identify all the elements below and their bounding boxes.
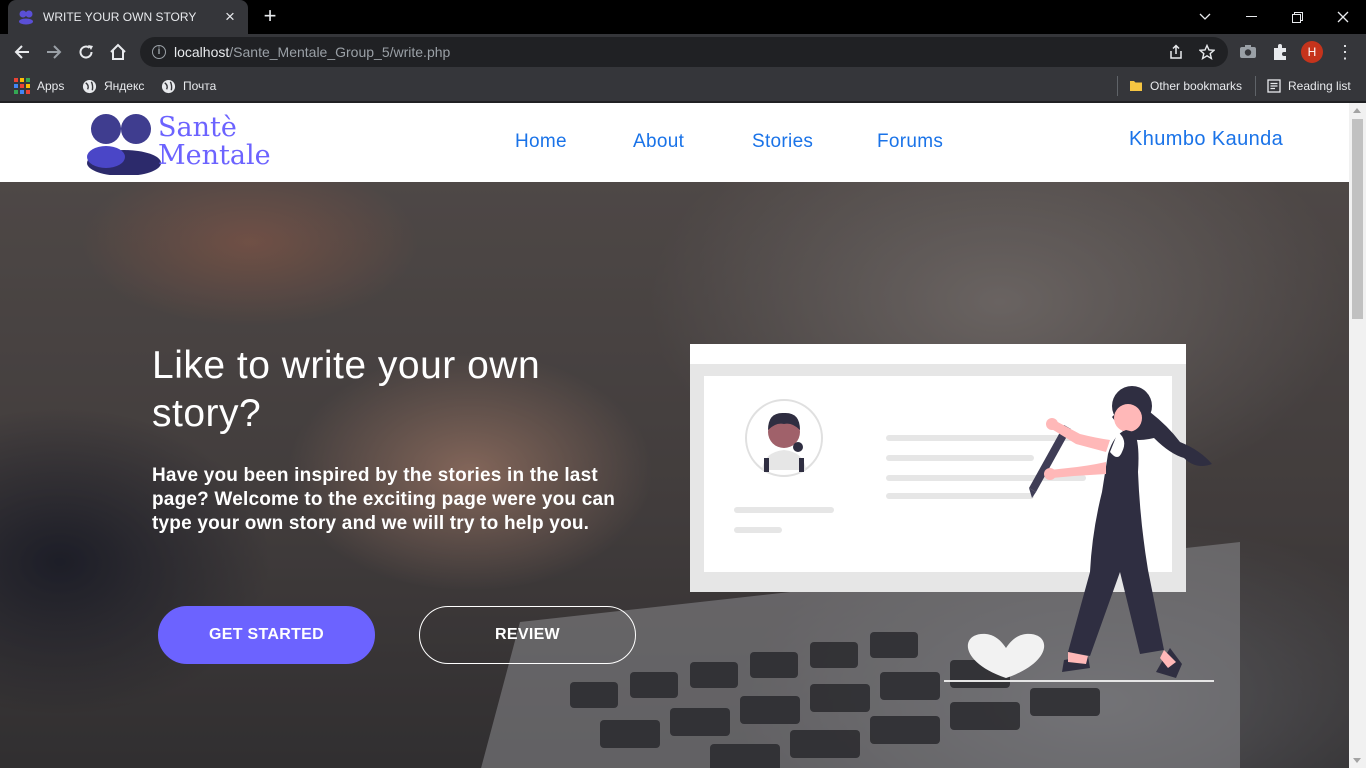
bookmark-star-icon[interactable] [1199, 44, 1215, 60]
bookmark-yandex-label: Яндекс [104, 79, 145, 93]
bookmark-other-label: Other bookmarks [1150, 79, 1243, 93]
forward-icon[interactable] [42, 40, 66, 64]
browser-tab[interactable]: WRITE YOUR OWN STORY × [8, 0, 248, 34]
hero-section: Like to write your own story? Have you b… [0, 182, 1349, 768]
hero-title: Like to write your own story? [152, 344, 541, 435]
site-header: Santè Mentale Home About Stories Forums … [0, 103, 1349, 182]
reading-list-icon [1267, 79, 1281, 93]
tab-strip: WRITE YOUR OWN STORY × + [0, 0, 1366, 34]
share-icon[interactable] [1168, 44, 1184, 60]
logo-line2: Mentale [158, 140, 271, 171]
menu-kebab-icon[interactable]: ⋮ [1336, 42, 1354, 62]
nav-forums[interactable]: Forums [877, 131, 943, 153]
reading-list[interactable]: Reading list [1267, 76, 1351, 96]
globe-icon [82, 79, 97, 93]
url-host: localhost [174, 44, 230, 60]
site-logo[interactable]: Santè Mentale [86, 111, 286, 177]
get-started-button[interactable]: GET STARTED [158, 606, 375, 664]
home-icon[interactable] [106, 40, 130, 64]
logo-line1: Santè [158, 112, 237, 143]
review-button[interactable]: REVIEW [419, 606, 636, 664]
globe-icon [161, 79, 176, 93]
minimize-button[interactable] [1228, 0, 1274, 34]
address-bar[interactable]: i localhost/Sante_Mentale_Group_5/write.… [140, 37, 1228, 67]
bookmark-yandex[interactable]: Яндекс [82, 76, 144, 96]
bookmark-pochta-label: Почта [183, 79, 217, 93]
writing-story-illustration [690, 344, 1214, 682]
reading-list-label: Reading list [1288, 79, 1351, 93]
site-favicon-icon [19, 10, 33, 25]
nav-about[interactable]: About [633, 131, 684, 153]
camera-extension-icon[interactable] [1238, 42, 1258, 62]
tab-title: WRITE YOUR OWN STORY [43, 10, 197, 24]
profile-avatar[interactable]: H [1301, 41, 1323, 63]
url-path: /Sante_Mentale_Group_5/write.php [229, 44, 451, 60]
people-logo-icon [87, 114, 161, 175]
new-tab-button[interactable]: + [258, 5, 282, 29]
browser-toolbar: i localhost/Sante_Mentale_Group_5/write.… [0, 34, 1366, 70]
bookmarks-bar: Apps Яндекс Почта Other bookmarks Readin… [0, 70, 1366, 102]
scroll-down-arrow-icon[interactable] [1353, 758, 1361, 763]
scroll-thumb[interactable] [1352, 119, 1363, 319]
restore-button[interactable] [1274, 0, 1320, 34]
hero-description: Have you been inspired by the stories in… [152, 465, 616, 534]
tab-close-icon[interactable]: × [222, 7, 238, 27]
extensions-puzzle-icon[interactable] [1270, 42, 1290, 62]
reload-icon[interactable] [74, 40, 98, 64]
logo-text: Santè Mentale [158, 114, 271, 170]
page-scrollbar[interactable] [1349, 103, 1366, 768]
bookmark-apps-label: Apps [37, 79, 65, 93]
bookmark-pochta[interactable]: Почта [161, 76, 216, 96]
bookmark-apps[interactable]: Apps [14, 76, 64, 96]
close-window-button[interactable] [1320, 0, 1366, 34]
nav-home[interactable]: Home [515, 131, 567, 153]
user-name[interactable]: Khumbo Kaunda [1129, 128, 1283, 151]
scroll-up-arrow-icon[interactable] [1353, 108, 1361, 113]
nav-stories[interactable]: Stories [752, 131, 813, 153]
site-info-icon[interactable]: i [152, 45, 166, 59]
web-page: Santè Mentale Home About Stories Forums … [0, 103, 1349, 768]
bookmarks-divider [1255, 76, 1256, 96]
tab-search-icon[interactable] [1182, 0, 1228, 34]
folder-icon [1130, 81, 1142, 91]
bookmark-other[interactable]: Other bookmarks [1129, 76, 1242, 96]
bookmarks-divider [1117, 76, 1118, 96]
hero-content: Like to write your own story? Have you b… [152, 342, 652, 536]
back-icon[interactable] [10, 40, 34, 64]
apps-grid-icon [14, 78, 30, 94]
